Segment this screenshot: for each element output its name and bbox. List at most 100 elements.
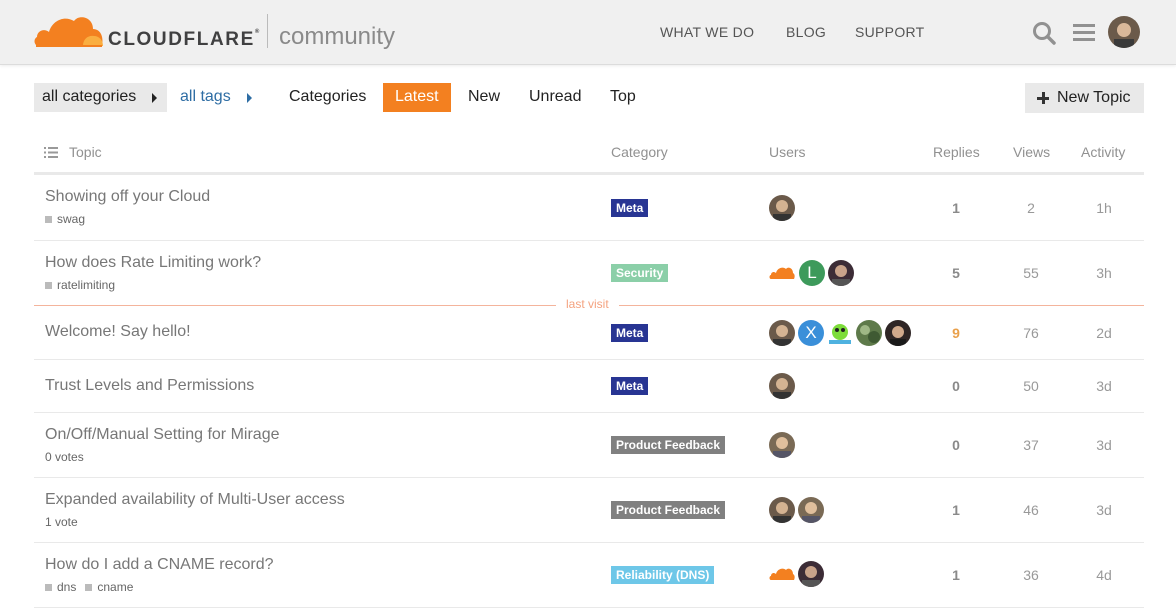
topic-tags: dns cname [45, 580, 142, 594]
topic-row: Showing off your Cloud swag Meta 1 2 1h [34, 175, 1144, 241]
topic-row: On/Off/Manual Setting for Mirage 0 votes… [34, 413, 1144, 478]
nav-what-we-do[interactable]: WHAT WE DO [660, 24, 754, 40]
logo-community-label: community [279, 23, 396, 50]
activity-time[interactable]: 3d [1074, 502, 1134, 518]
plus-icon [1037, 92, 1049, 104]
nav-support[interactable]: SUPPORT [855, 24, 925, 40]
views-count: 36 [1023, 567, 1039, 583]
caret-right-icon [247, 93, 252, 103]
column-users: Users [769, 144, 806, 160]
column-views[interactable]: Views [1013, 144, 1050, 160]
topic-title[interactable]: How does Rate Limiting work? [45, 254, 261, 272]
topic-tags: ratelimiting [45, 278, 124, 292]
cloudflare-cloud-icon [34, 17, 103, 47]
new-topic-button[interactable]: New Topic [1025, 83, 1144, 113]
replies-count: 1 [952, 200, 960, 216]
user-avatar[interactable] [769, 373, 795, 399]
views-count: 2 [1027, 200, 1035, 216]
site-header: CLOUDFLARE® community WHAT WE DO BLOG SU… [0, 0, 1176, 65]
category-badge[interactable]: Reliability (DNS) [611, 566, 715, 584]
views-count: 55 [1023, 265, 1039, 281]
tag-item[interactable]: cname [85, 580, 133, 594]
views-count: 76 [1023, 325, 1039, 341]
activity-time[interactable]: 3d [1074, 437, 1134, 453]
user-avatar[interactable] [856, 320, 882, 346]
activity-time[interactable]: 3h [1074, 265, 1134, 281]
user-avatar[interactable] [769, 432, 795, 458]
user-avatar[interactable] [1108, 16, 1140, 48]
views-count: 37 [1023, 437, 1039, 453]
caret-right-icon [152, 93, 157, 103]
tag-item[interactable]: dns [45, 580, 76, 594]
topic-title[interactable]: Expanded availability of Multi-User acce… [45, 491, 345, 509]
category-badge[interactable]: Product Feedback [611, 501, 726, 519]
tag-square-icon [45, 584, 52, 591]
user-avatar[interactable] [798, 561, 824, 587]
user-avatar-letter[interactable]: X [798, 320, 824, 346]
face-avatar-icon [1108, 16, 1140, 48]
topic-title[interactable]: On/Off/Manual Setting for Mirage [45, 426, 279, 444]
vote-count: 1 vote [45, 515, 78, 529]
activity-time[interactable]: 1h [1074, 200, 1134, 216]
views-count: 50 [1023, 378, 1039, 394]
user-avatar[interactable] [798, 497, 824, 523]
category-badge[interactable]: Meta [611, 377, 649, 395]
replies-count: 0 [952, 378, 960, 394]
category-badge[interactable]: Meta [611, 199, 649, 217]
tab-new[interactable]: New [456, 83, 512, 112]
tag-square-icon [45, 282, 52, 289]
tab-top[interactable]: Top [598, 83, 648, 112]
topic-row: How do I add a CNAME record? dns cname Re… [34, 543, 1144, 608]
topic-list-header: Topic Category Users Replies Views Activ… [34, 135, 1144, 175]
category-badge[interactable]: Security [611, 264, 669, 282]
topic-tags: swag [45, 212, 94, 226]
column-topic: Topic [69, 144, 102, 160]
category-dropdown-label: all categories [42, 88, 137, 105]
replies-count: 1 [952, 502, 960, 518]
replies-count: 0 [952, 437, 960, 453]
cloudflare-cloud-icon[interactable] [769, 561, 795, 587]
logo-divider [267, 14, 268, 48]
column-replies[interactable]: Replies [933, 144, 980, 160]
column-category[interactable]: Category [611, 144, 668, 160]
replies-count: 5 [952, 265, 960, 281]
activity-time[interactable]: 4d [1074, 567, 1134, 583]
topic-title[interactable]: Trust Levels and Permissions [45, 377, 254, 395]
list-icon[interactable] [44, 147, 58, 158]
user-avatar[interactable] [769, 497, 795, 523]
user-avatar[interactable] [828, 260, 854, 286]
new-topic-label: New Topic [1057, 89, 1131, 106]
search-icon[interactable] [1032, 21, 1056, 45]
user-avatar-letter[interactable]: L [799, 260, 825, 286]
tab-latest[interactable]: Latest [383, 83, 451, 112]
user-avatar[interactable] [769, 195, 795, 221]
tags-dropdown[interactable]: all tags [172, 83, 262, 112]
views-count: 46 [1023, 502, 1039, 518]
logo-wordmark: CLOUDFLARE® [108, 29, 260, 50]
topic-row: Expanded availability of Multi-User acce… [34, 478, 1144, 543]
topic-title[interactable]: Welcome! Say hello! [45, 323, 191, 341]
category-badge[interactable]: Meta [611, 324, 649, 342]
user-avatar[interactable] [885, 320, 911, 346]
user-avatar[interactable] [769, 320, 795, 346]
replies-count: 9 [952, 325, 960, 341]
activity-time[interactable]: 2d [1074, 325, 1134, 341]
column-activity[interactable]: Activity [1081, 144, 1125, 160]
cloudflare-cloud-icon[interactable] [769, 260, 795, 286]
topic-title[interactable]: Showing off your Cloud [45, 188, 210, 206]
hamburger-menu-icon[interactable] [1073, 23, 1095, 43]
tab-unread[interactable]: Unread [517, 83, 593, 112]
activity-time[interactable]: 3d [1074, 378, 1134, 394]
nav-blog[interactable]: BLOG [786, 24, 826, 40]
tag-square-icon [85, 584, 93, 591]
tag-item[interactable]: swag [45, 212, 85, 226]
tab-categories[interactable]: Categories [277, 83, 378, 112]
topic-title[interactable]: How do I add a CNAME record? [45, 556, 274, 574]
topic-row: Welcome! Say hello! Meta X 9 76 2d [34, 306, 1144, 360]
user-avatar[interactable] [827, 320, 853, 346]
category-dropdown[interactable]: all categories [34, 83, 167, 112]
category-badge[interactable]: Product Feedback [611, 436, 726, 454]
tag-square-icon [45, 216, 52, 223]
tag-item[interactable]: ratelimiting [45, 278, 115, 292]
replies-count: 1 [952, 567, 960, 583]
